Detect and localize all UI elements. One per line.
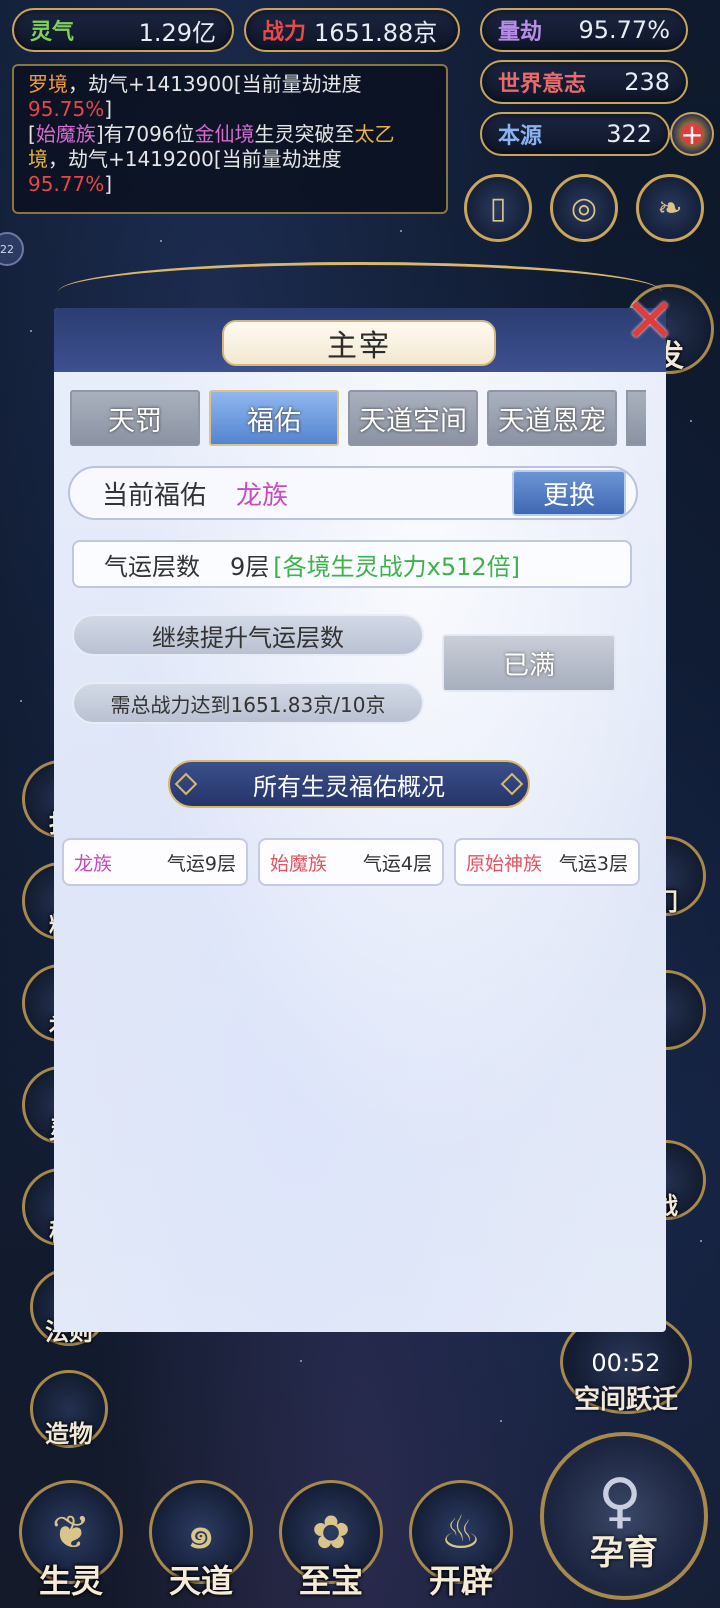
nav-kaipi-label: 开辟 xyxy=(428,1562,493,1600)
side-badge[interactable]: 22 xyxy=(0,232,24,266)
race-luck: 气运3层 xyxy=(558,852,628,875)
yunyu-button[interactable]: ♀ 孕育 xyxy=(540,1432,708,1600)
add-benyuan-button[interactable]: + xyxy=(670,112,714,156)
zao-wu-button[interactable]: 造物 xyxy=(30,1370,108,1448)
change-button[interactable]: 更换 xyxy=(512,470,626,516)
benyuan-label: 本源 xyxy=(498,124,543,149)
scroll-button[interactable]: ❧ xyxy=(636,174,704,242)
side-badge-count: 22 xyxy=(0,242,14,256)
scroll-icon: ❧ xyxy=(657,190,683,226)
liangjie-label: 量劫 xyxy=(498,20,543,45)
book-button[interactable]: ▯ xyxy=(464,174,532,242)
current-blessing-label: 当前福佑 xyxy=(102,480,207,511)
log-race: 始魔族 xyxy=(35,122,96,146)
close-button[interactable]: ✕ xyxy=(618,284,682,357)
nav-tiandao[interactable]: ๑ 天道 xyxy=(142,1472,260,1602)
race-name: 始魔族 xyxy=(270,852,328,875)
zhanli-stat: 战力 1651.88京 xyxy=(244,8,460,52)
tab-tianfa[interactable]: 天罚 xyxy=(70,390,200,446)
liangjie-stat[interactable]: 量劫 95.77% xyxy=(480,8,688,52)
luck-level-bar: 气运层数 9层 [各境生灵战力x512倍] xyxy=(72,540,632,588)
zhanli-value: 1651.88京 xyxy=(314,18,438,47)
space-jump-label: 空间跃迁 xyxy=(573,1385,678,1415)
shijie-stat[interactable]: 世界意志 238 xyxy=(480,60,688,104)
nav-tiandao-label: 天道 xyxy=(168,1562,233,1600)
yunyu-icon: ♀ xyxy=(598,1466,642,1536)
benyuan-value: 322 xyxy=(606,120,652,148)
nav-kaipi[interactable]: ♨ 开辟 xyxy=(402,1472,520,1602)
nav-shengling-label: 生灵 xyxy=(38,1562,103,1600)
race-luck: 气运9层 xyxy=(166,852,236,875)
log-progress: 95.75% xyxy=(28,97,105,121)
overview-banner: 所有生灵福佑概况 xyxy=(168,760,530,808)
shijie-value: 238 xyxy=(624,68,670,96)
race-name: 原始神族 xyxy=(466,852,543,875)
race-card[interactable]: 龙族 气运9层 xyxy=(62,838,248,886)
book-icon: ▯ xyxy=(489,190,507,226)
luck-level-value: 9层 xyxy=(230,552,270,581)
log-text: ，劫气+1419200[当前量劫进度 xyxy=(48,147,342,171)
benyuan-stat[interactable]: 本源 322 xyxy=(480,112,670,156)
log-text: ，劫气+1413900[当前量劫进度 xyxy=(68,72,362,96)
nav-zhibao-label: 至宝 xyxy=(298,1562,363,1600)
tab-fuyou[interactable]: 福佑 xyxy=(209,390,339,446)
zhanli-label: 战力 xyxy=(262,20,307,45)
log-progress: 95.77% xyxy=(28,172,105,196)
lingqi-value: 1.29亿 xyxy=(138,18,216,47)
liangjie-value: 95.77% xyxy=(578,16,670,44)
lingqi-stat: 灵气 1.29亿 xyxy=(12,8,234,52)
log-text: ]有7096位 xyxy=(95,122,195,146)
overview-title: 所有生灵福佑概况 xyxy=(253,772,445,801)
race-card[interactable]: 原始神族 气运3层 xyxy=(454,838,640,886)
race-card[interactable]: 始魔族 气运4层 xyxy=(258,838,444,886)
log-bracket: ] xyxy=(104,172,113,196)
plus-icon: + xyxy=(680,117,704,151)
tab-more-edge[interactable] xyxy=(626,390,646,446)
zao-wu-label: 造物 xyxy=(45,1420,93,1448)
full-button[interactable]: 已满 xyxy=(442,634,616,692)
vortex-button[interactable]: ◎ xyxy=(550,174,618,242)
current-blessing-bar: 当前福佑 龙族 更换 xyxy=(68,466,638,520)
diamond-right-icon xyxy=(500,772,524,796)
log-realm-from: 金仙境 xyxy=(194,122,255,146)
nav-zhibao[interactable]: ✿ 至宝 xyxy=(272,1472,390,1602)
requirement-pill: 需总战力达到1651.83京/10京 xyxy=(72,682,424,724)
log-bracket: [ xyxy=(28,122,36,146)
continue-upgrade-pill: 继续提升气运层数 xyxy=(72,614,424,656)
vortex-icon: ◎ xyxy=(570,190,598,226)
event-log: 罗境，劫气+1413900[当前量劫进度 95.75%] [始魔族]有7096位… xyxy=(12,64,448,214)
nav-shengling[interactable]: ❦ 生灵 xyxy=(12,1472,130,1602)
race-luck: 气运4层 xyxy=(362,852,432,875)
dialog-title: 主宰 xyxy=(222,320,496,366)
countdown-timer: 00:52 xyxy=(591,1349,661,1377)
log-realm: 罗境 xyxy=(28,72,68,96)
luck-level-label: 气运层数 xyxy=(104,552,200,581)
tab-tiandao-kongjian[interactable]: 天道空间 xyxy=(348,390,478,446)
lingqi-label: 灵气 xyxy=(30,20,75,45)
close-icon: ✕ xyxy=(624,283,676,357)
race-name: 龙族 xyxy=(74,852,113,875)
current-blessing-value: 龙族 xyxy=(236,480,289,511)
tab-tiandao-enchong[interactable]: 天道恩宠 xyxy=(487,390,617,446)
log-bracket: ] xyxy=(104,97,113,121)
diamond-left-icon xyxy=(174,772,198,796)
master-dialog: 主宰 天罚 福佑 天道空间 天道恩宠 当前福佑 龙族 更换 气运层数 9层 [各… xyxy=(54,308,666,1332)
shijie-label: 世界意志 xyxy=(498,72,587,97)
log-text: 生灵突破至 xyxy=(254,122,355,146)
luck-bonus-text: [各境生灵战力x512倍] xyxy=(273,552,521,581)
